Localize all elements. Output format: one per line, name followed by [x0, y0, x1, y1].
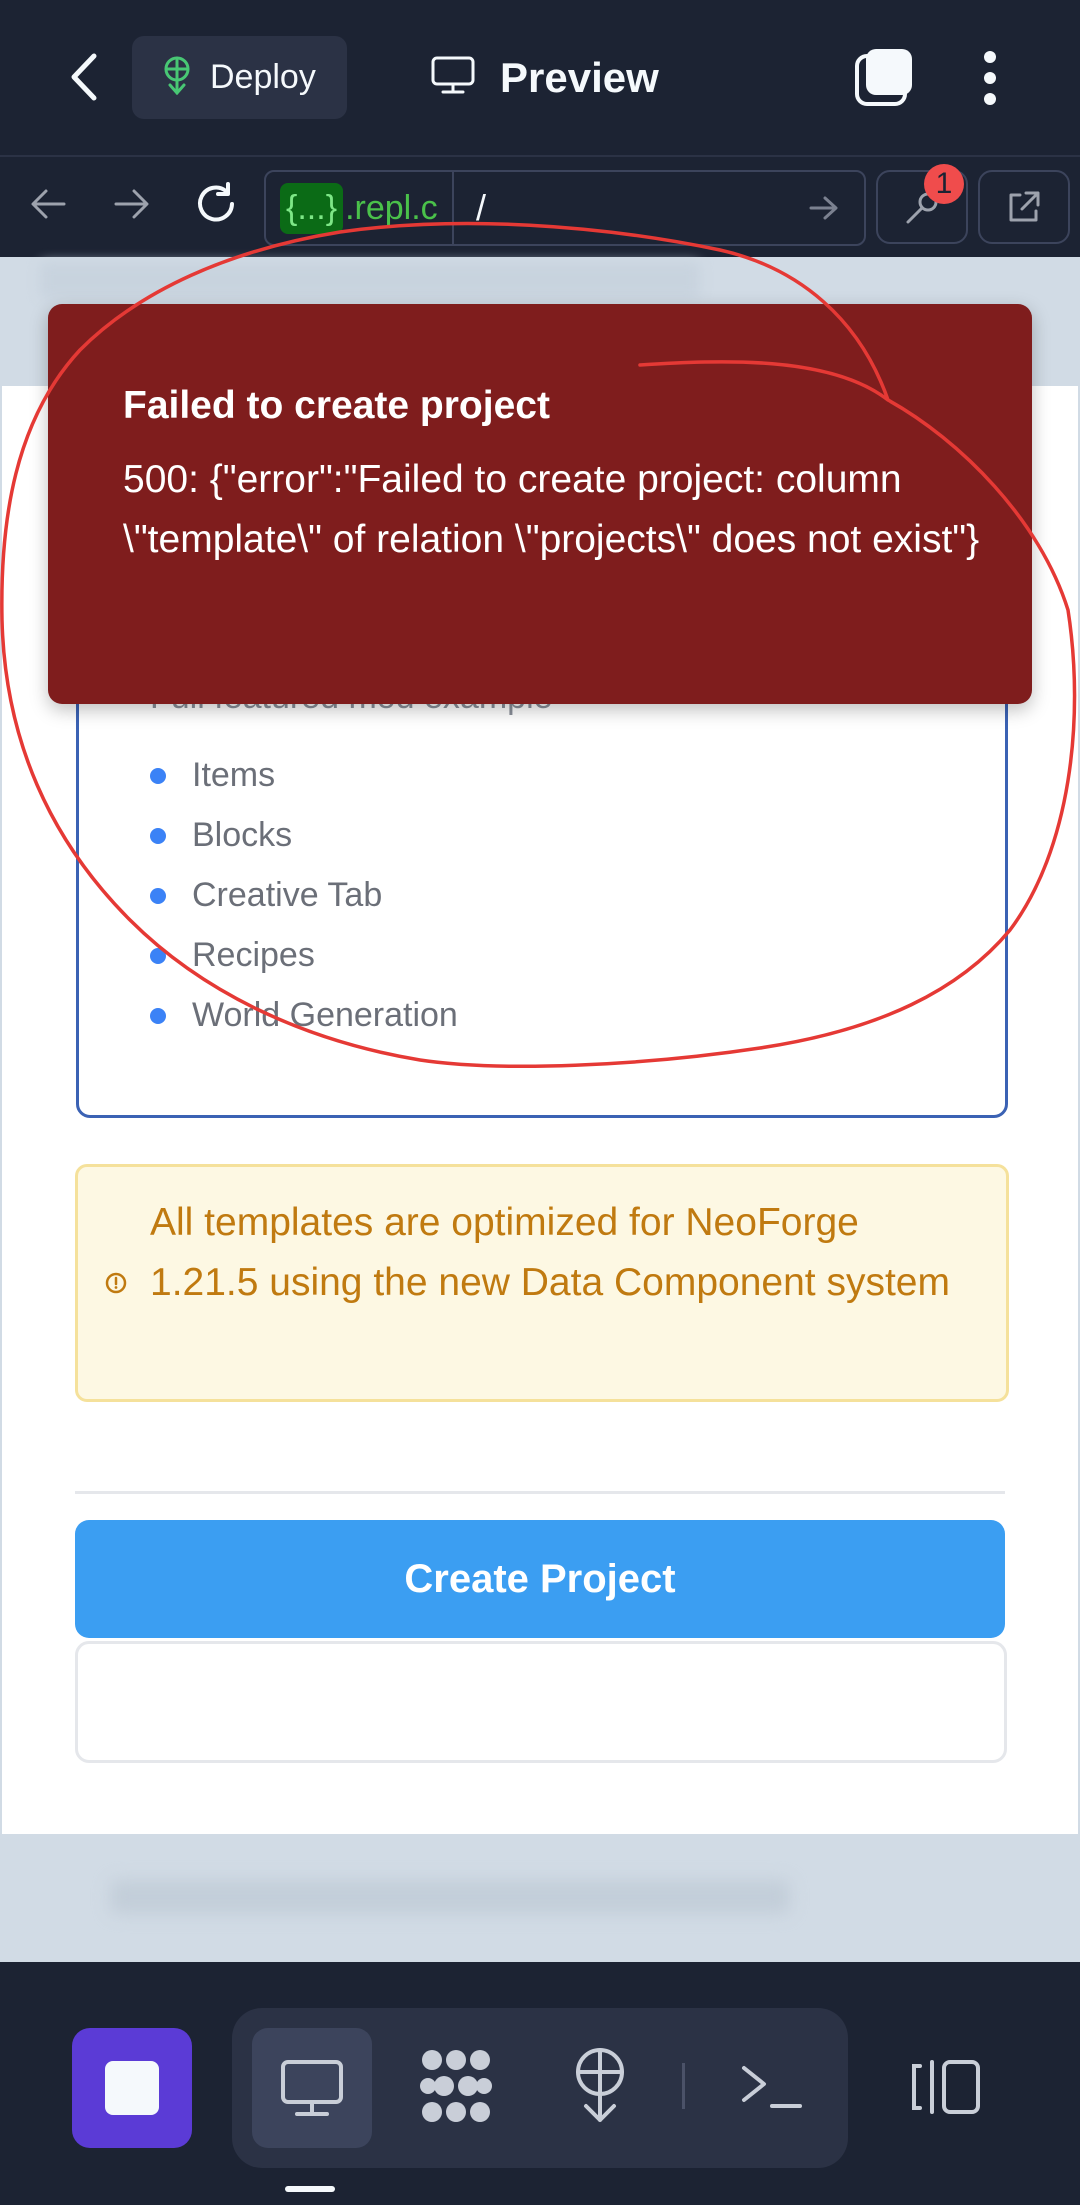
arrow-right-icon[interactable]	[112, 186, 152, 227]
url-domain: .repl.c	[345, 188, 438, 227]
open-external-button[interactable]	[978, 170, 1070, 244]
bullet-icon	[150, 767, 166, 784]
feature-label: Recipes	[192, 936, 315, 974]
shell-icon[interactable]	[740, 2062, 804, 2117]
feature-item: Blocks	[150, 816, 292, 855]
toast-message: 500: {"error":"Failed to create project:…	[123, 458, 980, 561]
split-view-icon[interactable]	[912, 2058, 982, 2121]
preview-monitor-icon	[279, 2058, 345, 2123]
create-project-label: Create Project	[404, 1556, 676, 1601]
divider	[75, 1491, 1005, 1494]
toolbar-separator	[682, 2063, 685, 2109]
arrow-left-icon[interactable]	[28, 186, 68, 227]
url-chip: {...}	[280, 182, 344, 234]
blurred-page-text	[40, 262, 700, 298]
warning-circle-icon	[104, 1271, 128, 1300]
deploy-tool-icon[interactable]	[568, 2044, 632, 2129]
devtools-badge: 1	[924, 164, 964, 204]
url-path: /	[476, 187, 487, 228]
feature-label: World Generation	[192, 996, 458, 1034]
feature-item: World Generation	[150, 996, 458, 1035]
feature-item: Items	[150, 756, 275, 795]
toast-title: Failed to create project	[123, 384, 550, 427]
compatibility-notice: All templates are optimized for NeoForge…	[75, 1164, 1009, 1402]
secondary-button[interactable]	[75, 1641, 1007, 1763]
feature-item: Recipes	[150, 936, 315, 975]
deploy-icon	[160, 55, 194, 100]
bullet-icon	[150, 827, 166, 844]
url-host: {...} .repl.c	[266, 172, 454, 244]
open-external-icon	[1006, 189, 1042, 230]
feature-label: Creative Tab	[192, 876, 383, 914]
deploy-button[interactable]: Deploy	[132, 36, 347, 119]
create-project-button[interactable]: Create Project	[75, 1520, 1005, 1638]
stop-button[interactable]	[72, 2028, 192, 2148]
bullet-icon	[150, 947, 166, 964]
more-vertical-icon[interactable]	[980, 50, 1000, 111]
preview-label: Preview	[500, 53, 659, 101]
reload-icon[interactable]	[192, 180, 242, 233]
monitor-icon	[430, 55, 476, 100]
bullet-icon	[150, 1007, 166, 1024]
blurred-page-text	[110, 1880, 790, 1914]
notice-text: All templates are optimized for NeoForge…	[150, 1201, 950, 1304]
feature-item: Creative Tab	[150, 876, 382, 915]
preview-tab[interactable]: Preview	[430, 36, 659, 119]
tabs-icon[interactable]	[854, 46, 916, 113]
preview-tool-button[interactable]	[252, 2028, 372, 2148]
home-indicator	[285, 2186, 335, 2192]
back-chevron-icon[interactable]	[66, 52, 100, 102]
url-field[interactable]: {...} .repl.c /	[264, 170, 866, 246]
error-toast[interactable]: Failed to create project 500: {"error":"…	[48, 304, 1032, 704]
devtools-badge-count: 1	[935, 167, 953, 200]
feature-label: Items	[192, 756, 276, 794]
bullet-icon	[150, 887, 166, 904]
feature-label: Blocks	[192, 816, 293, 854]
deploy-label: Deploy	[210, 58, 316, 96]
packages-icon[interactable]	[416, 2046, 496, 2131]
go-arrow-icon[interactable]	[808, 194, 840, 227]
stop-icon	[105, 2061, 159, 2115]
